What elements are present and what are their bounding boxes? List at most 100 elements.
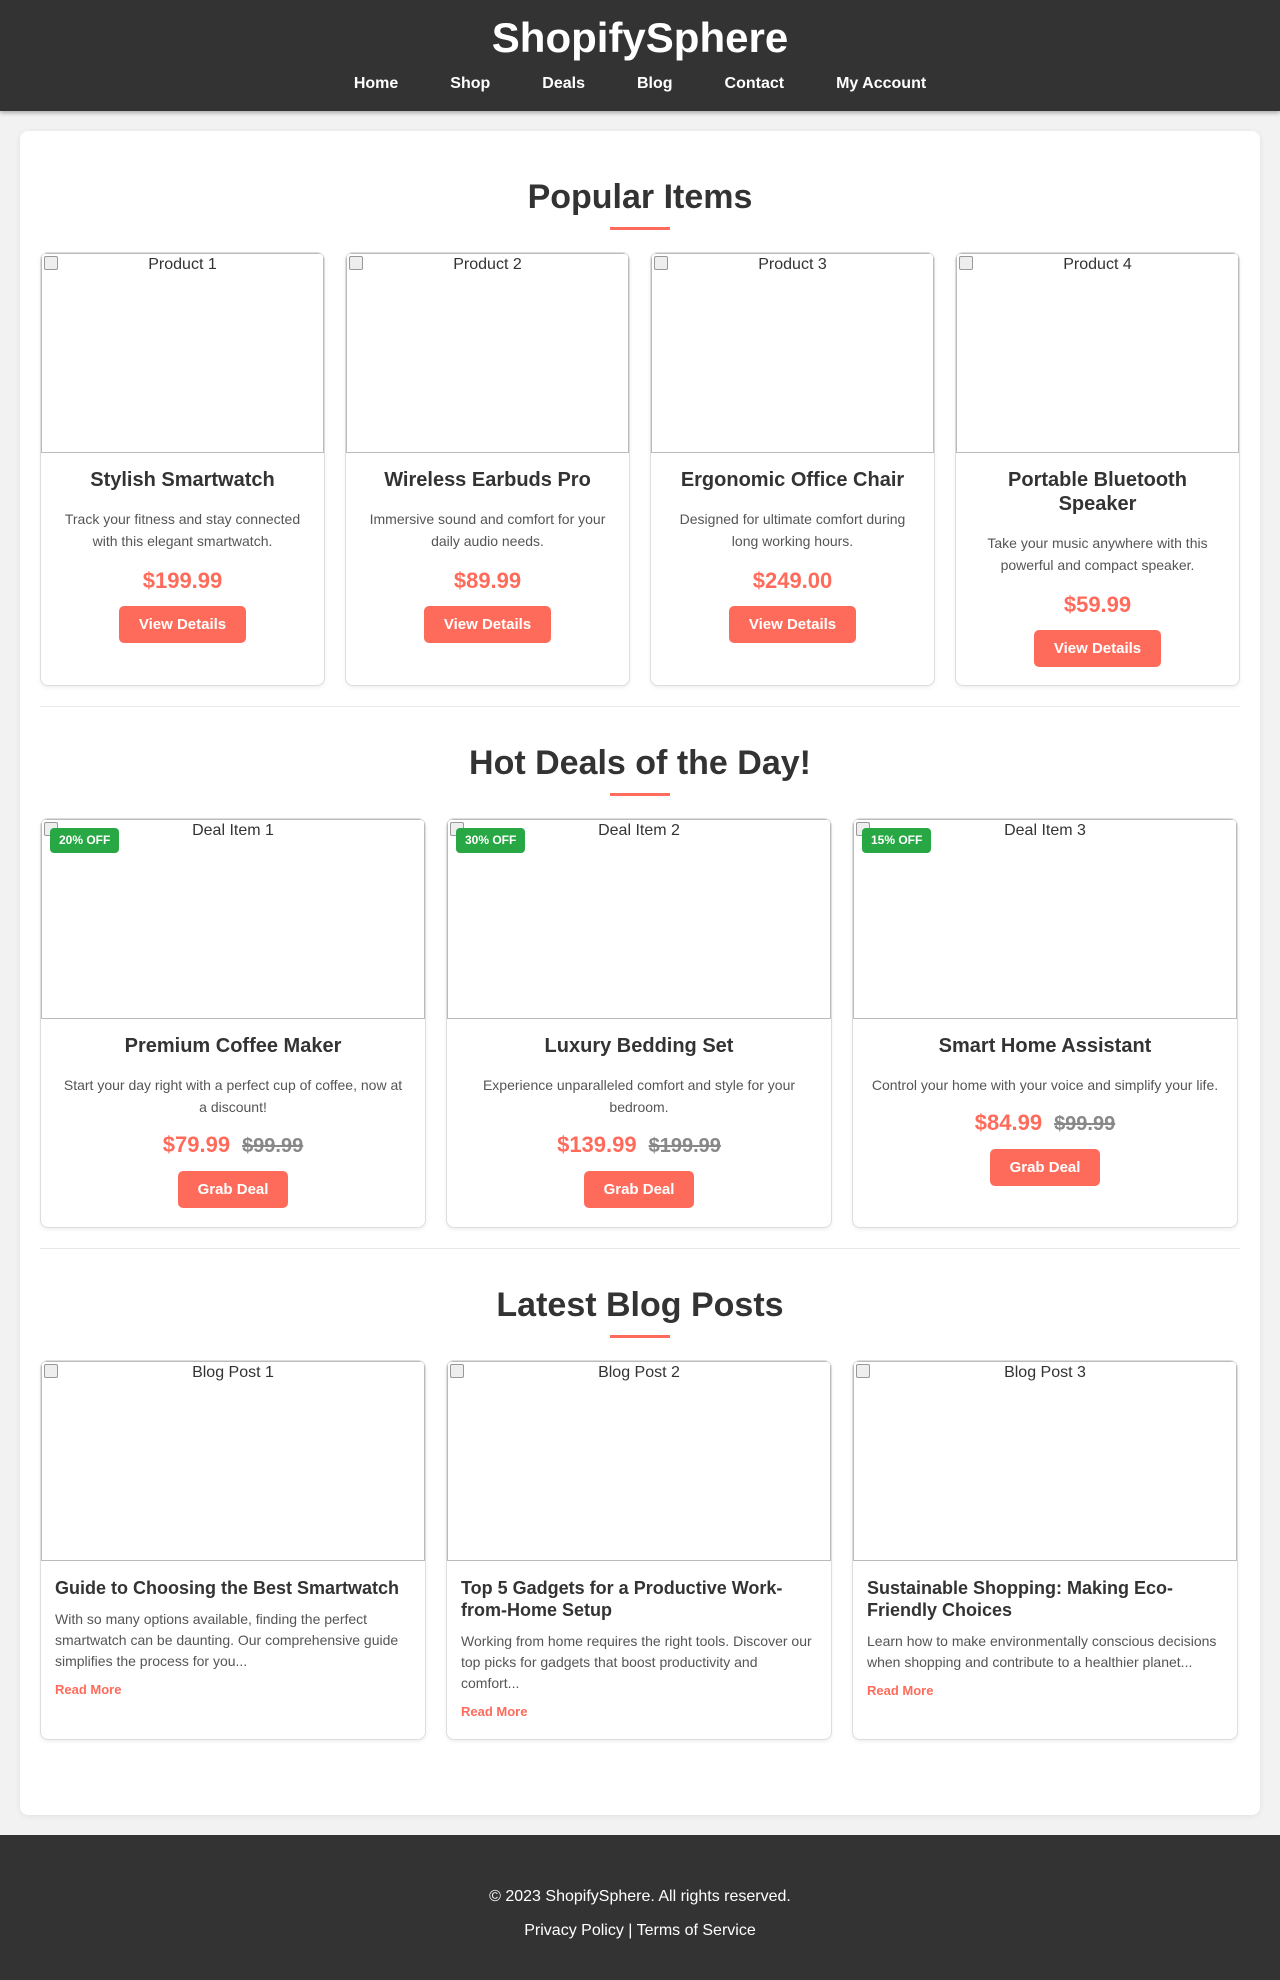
original-price: $199.99 [648, 1135, 721, 1157]
deal-card: 15% OFF Deal Item 3 Smart Home Assistant… [852, 818, 1238, 1228]
blog-excerpt: Learn how to make environmentally consci… [867, 1633, 1217, 1670]
grab-deal-button[interactable]: Grab Deal [583, 1171, 695, 1208]
original-price: $99.99 [242, 1135, 304, 1157]
blog-image[interactable]: Blog Post 1 [41, 1361, 425, 1561]
copyright-text: © 2023 ShopifySphere. All rights reserve… [489, 1888, 791, 1905]
product-name: Portable Bluetooth Speaker [1008, 469, 1187, 515]
site-footer: © 2023 ShopifySphere. All rights reserve… [0, 1835, 1280, 1980]
hot-deals-section: Hot Deals of the Day! 20% OFF Deal Item … [40, 707, 1240, 1228]
blog-card: Blog Post 3 Sustainable Shopping: Making… [852, 1360, 1238, 1740]
product-image[interactable]: Product 1 [41, 253, 324, 453]
nav-shop[interactable]: Shop [450, 74, 490, 94]
blog-title[interactable]: Sustainable Shopping: Making Eco-Friendl… [867, 1577, 1223, 1621]
product-name: Wireless Earbuds Pro [384, 469, 591, 491]
main-nav: Home Shop Deals Blog Contact My Account [0, 74, 1280, 94]
product-image[interactable]: Product 4 [956, 253, 1239, 453]
grab-deal-button[interactable]: Grab Deal [177, 1171, 289, 1208]
deal-name: Premium Coffee Maker [124, 1035, 342, 1057]
image-alt-text: Blog Post 3 [1004, 1364, 1086, 1381]
deal-price: $79.99 [162, 1132, 231, 1157]
product-grid: Product 1 Stylish Smartwatch Track your … [40, 252, 1240, 686]
image-alt-text: Deal Item 2 [598, 822, 680, 839]
read-more-link[interactable]: Read More [867, 1683, 933, 1698]
title-underline [610, 1335, 670, 1338]
broken-image-icon [44, 1364, 58, 1378]
section-title: Popular Items [527, 178, 753, 216]
deal-grid: 20% OFF Deal Item 1 Premium Coffee Maker… [40, 818, 1240, 1228]
product-price: $59.99 [1063, 592, 1132, 617]
image-alt-text: Deal Item 3 [1004, 822, 1086, 839]
product-name: Ergonomic Office Chair [680, 469, 905, 491]
title-underline [610, 227, 670, 230]
popular-items-section: Popular Items Product 1 Stylish Smartwat… [40, 131, 1240, 686]
title-underline [610, 793, 670, 796]
view-details-button[interactable]: View Details [728, 606, 857, 643]
discount-badge: 15% OFF [862, 828, 932, 853]
product-image[interactable]: Product 2 [346, 253, 629, 453]
read-more-link[interactable]: Read More [461, 1704, 527, 1719]
broken-image-icon [44, 256, 58, 270]
blog-posts-section: Latest Blog Posts Blog Post 1 Guide to C… [40, 1249, 1240, 1740]
product-card: Product 2 Wireless Earbuds Pro Immersive… [345, 252, 630, 686]
deal-description: Experience unparalleled comfort and styl… [482, 1077, 796, 1115]
broken-image-icon [349, 256, 363, 270]
deal-price: $139.99 [557, 1132, 637, 1157]
product-card: Product 1 Stylish Smartwatch Track your … [40, 252, 325, 686]
product-card: Product 3 Ergonomic Office Chair Designe… [650, 252, 935, 686]
view-details-button[interactable]: View Details [423, 606, 552, 643]
product-price: $249.00 [752, 568, 833, 593]
blog-excerpt: With so many options available, finding … [55, 1611, 399, 1669]
broken-image-icon [856, 1364, 870, 1378]
image-alt-text: Blog Post 2 [598, 1364, 680, 1381]
product-price: $199.99 [142, 568, 223, 593]
read-more-link[interactable]: Read More [55, 1682, 121, 1697]
nav-blog[interactable]: Blog [637, 74, 673, 94]
deal-price-row: $139.99 $199.99 [447, 1132, 831, 1159]
product-card: Product 4 Portable Bluetooth Speaker Tak… [955, 252, 1240, 686]
image-alt-text: Blog Post 1 [192, 1364, 274, 1381]
deal-name: Luxury Bedding Set [544, 1035, 734, 1057]
broken-image-icon [450, 1364, 464, 1378]
deal-price-row: $79.99 $99.99 [41, 1132, 425, 1159]
product-image[interactable]: Product 3 [651, 253, 934, 453]
blog-card: Blog Post 2 Top 5 Gadgets for a Producti… [446, 1360, 832, 1740]
footer-links: Privacy Policy | Terms of Service [0, 1921, 1280, 1941]
blog-excerpt: Working from home requires the right too… [461, 1633, 812, 1691]
nav-contact[interactable]: Contact [725, 74, 785, 94]
image-alt-text: Product 3 [758, 256, 827, 273]
deal-name: Smart Home Assistant [938, 1035, 1152, 1057]
broken-image-icon [959, 256, 973, 270]
image-alt-text: Product 4 [1063, 256, 1132, 273]
product-description: Track your fitness and stay connected wi… [64, 511, 301, 549]
discount-badge: 20% OFF [50, 828, 120, 853]
blog-title[interactable]: Top 5 Gadgets for a Productive Work-from… [461, 1577, 817, 1621]
brand-logo[interactable]: ShopifySphere [0, 0, 1280, 62]
privacy-policy-link[interactable]: Privacy Policy [524, 1922, 624, 1939]
image-alt-text: Deal Item 1 [192, 822, 274, 839]
product-description: Designed for ultimate comfort during lon… [679, 511, 906, 549]
blog-title[interactable]: Guide to Choosing the Best Smartwatch [55, 1577, 411, 1599]
original-price: $99.99 [1054, 1113, 1116, 1135]
image-alt-text: Product 2 [453, 256, 522, 273]
product-description: Take your music anywhere with this power… [987, 535, 1208, 573]
site-header: ShopifySphere Home Shop Deals Blog Conta… [0, 0, 1280, 111]
footer-separator: | [628, 1922, 633, 1939]
terms-of-service-link[interactable]: Terms of Service [637, 1922, 756, 1939]
nav-deals[interactable]: Deals [542, 74, 585, 94]
section-title: Hot Deals of the Day! [469, 744, 811, 782]
product-price: $89.99 [453, 568, 522, 593]
discount-badge: 30% OFF [456, 828, 526, 853]
grab-deal-button[interactable]: Grab Deal [989, 1149, 1101, 1186]
main-container: Popular Items Product 1 Stylish Smartwat… [20, 131, 1260, 1815]
view-details-button[interactable]: View Details [1033, 630, 1162, 667]
section-title: Latest Blog Posts [496, 1286, 784, 1324]
nav-home[interactable]: Home [354, 74, 398, 94]
nav-my-account[interactable]: My Account [836, 74, 926, 94]
deal-price: $84.99 [974, 1110, 1043, 1135]
blog-image[interactable]: Blog Post 2 [447, 1361, 831, 1561]
blog-image[interactable]: Blog Post 3 [853, 1361, 1237, 1561]
deal-description: Start your day right with a perfect cup … [63, 1077, 403, 1115]
blog-grid: Blog Post 1 Guide to Choosing the Best S… [40, 1360, 1240, 1740]
broken-image-icon [654, 256, 668, 270]
view-details-button[interactable]: View Details [118, 606, 247, 643]
